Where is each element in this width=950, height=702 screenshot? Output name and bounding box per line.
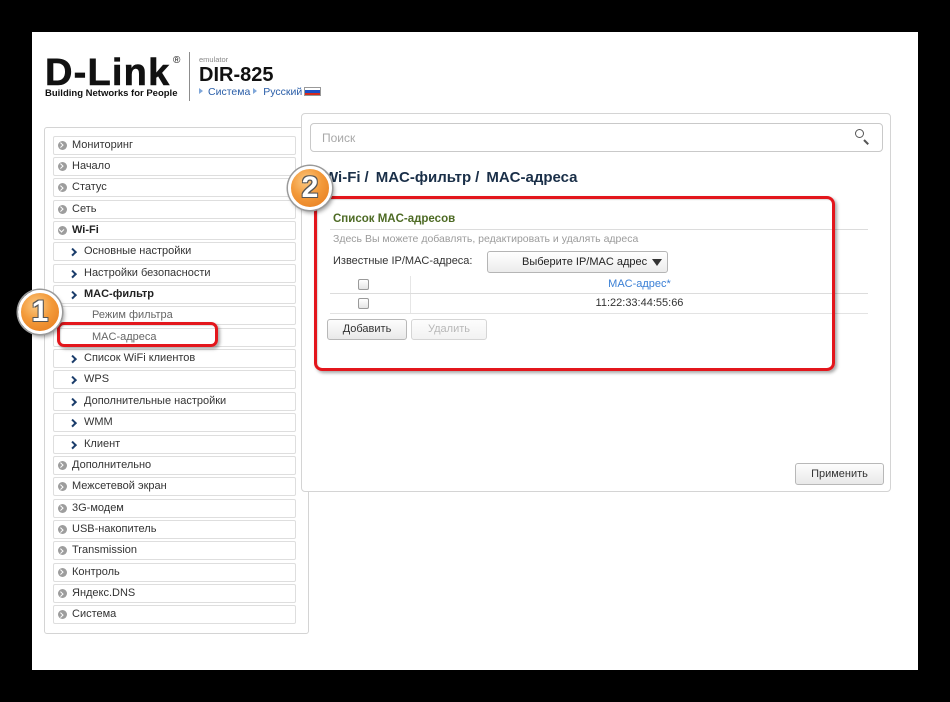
circle-chevron-right-icon	[57, 140, 67, 150]
header-divider	[189, 52, 190, 101]
sidebar-item-label: Дополнительные настройки	[84, 394, 227, 407]
circle-chevron-down-icon	[57, 225, 67, 235]
sidebar-item-yandex-dns[interactable]: Яндекс.DNS	[53, 584, 296, 604]
header-nav: Система Русский	[199, 86, 322, 98]
nav-language-link[interactable]: Русский	[263, 86, 302, 98]
search-icon[interactable]	[855, 129, 870, 144]
circle-chevron-right-icon	[57, 610, 67, 620]
sidebar-item-system[interactable]: Система	[53, 605, 296, 625]
sidebar-item-transmission[interactable]: Transmission	[53, 541, 296, 561]
sidebar-item-label: MAC-фильтр	[84, 288, 154, 301]
circle-chevron-right-icon	[57, 204, 67, 214]
sidebar-item-label: Яндекс.DNS	[72, 587, 136, 600]
apply-button[interactable]: Применить	[795, 463, 884, 485]
sidebar-item-monitoring[interactable]: Мониторинг	[53, 135, 296, 155]
circle-chevron-right-icon	[57, 503, 67, 513]
registered-mark: ®	[173, 55, 181, 66]
device-model: DIR-825	[199, 64, 274, 86]
sidebar-item-label: Контроль	[72, 565, 120, 578]
circle-chevron-right-icon	[57, 460, 67, 470]
chevron-right-icon	[68, 248, 77, 256]
sidebar-item-label: Сеть	[72, 202, 97, 215]
sidebar-item-label: Основные настройки	[84, 245, 192, 258]
sidebar-item-label: Настройки безопасности	[84, 266, 211, 279]
sidebar-item-label: USB-накопитель	[72, 522, 157, 535]
sidebar-item-wifi-client[interactable]: Клиент	[53, 434, 296, 454]
sidebar-item-label: Мониторинг	[72, 138, 134, 151]
sidebar-item-label: Transmission	[72, 544, 137, 557]
sidebar-item-label: Клиент	[84, 437, 121, 450]
circle-chevron-right-icon	[57, 161, 67, 171]
sidebar-item-label: Список WiFi клиентов	[84, 352, 196, 365]
circle-chevron-right-icon	[57, 524, 67, 534]
chevron-right-icon	[68, 269, 77, 278]
sidebar-item-wifi-wps[interactable]: WPS	[53, 370, 296, 390]
sidebar-item-label: 3G-модем	[72, 501, 124, 514]
highlight-mac-addresses-item	[57, 322, 218, 347]
breadcrumb-separator: /	[475, 169, 480, 186]
circle-chevron-right-icon	[57, 482, 67, 492]
breadcrumb-separator: /	[364, 169, 369, 186]
sidebar-item-firewall[interactable]: Межсетевой экран	[53, 477, 296, 497]
sidebar-item-label: Wi-Fi	[72, 223, 99, 236]
sidebar-item-control[interactable]: Контроль	[53, 562, 296, 582]
russian-flag-icon[interactable]	[304, 87, 322, 96]
sidebar-item-status[interactable]: Статус	[53, 178, 296, 198]
sidebar-item-start[interactable]: Начало	[53, 156, 296, 176]
chevron-right-icon	[68, 397, 77, 406]
sidebar-item-wifi-basic-settings[interactable]: Основные настройки	[53, 242, 296, 262]
search-input[interactable]	[311, 124, 841, 151]
step-badge-2: 2	[288, 166, 332, 210]
sidebar-item-wifi[interactable]: Wi-Fi	[53, 220, 296, 240]
emulator-label: emulator	[199, 55, 229, 64]
sidebar-item-wifi-security-settings[interactable]: Настройки безопасности	[53, 263, 296, 283]
chevron-right-icon	[68, 290, 77, 299]
circle-chevron-right-icon	[57, 567, 67, 577]
chevron-right-icon	[68, 440, 77, 449]
sidebar-item-usb-storage[interactable]: USB-накопитель	[53, 519, 296, 539]
chevron-right-icon	[68, 354, 77, 363]
circle-chevron-right-icon	[57, 546, 67, 556]
sidebar-item-3g-modem[interactable]: 3G-модем	[53, 498, 296, 518]
sidebar-menu: Мониторинг Начало Статус Сеть Wi-Fi Осно…	[53, 135, 296, 627]
sidebar-item-label: Межсетевой экран	[72, 480, 167, 493]
sidebar-item-label: Статус	[72, 181, 107, 194]
arrow-right-icon	[253, 88, 258, 94]
sidebar-item-label: Дополнительно	[72, 458, 152, 471]
dlink-logo[interactable]: D-Link	[45, 54, 170, 93]
chevron-right-icon	[68, 419, 77, 427]
sidebar-item-wifi-client-list[interactable]: Список WiFi клиентов	[53, 349, 296, 369]
search-box	[310, 123, 883, 152]
breadcrumb-item-mac-addresses: MAC-адреса	[486, 169, 578, 186]
arrow-right-icon	[199, 88, 203, 94]
sidebar-item-label: Начало	[72, 159, 111, 172]
sidebar-item-label: WPS	[84, 373, 110, 386]
step-badge-1: 1	[18, 290, 62, 334]
highlight-mac-list-section	[314, 196, 835, 371]
chevron-right-icon	[68, 376, 77, 385]
logo-tagline: Building Networks for People	[45, 88, 178, 99]
circle-chevron-right-icon	[57, 589, 67, 599]
sidebar-item-wifi-wmm[interactable]: WMM	[53, 413, 296, 433]
sidebar-item-wifi-advanced-settings[interactable]: Дополнительные настройки	[53, 391, 296, 411]
sidebar: Мониторинг Начало Статус Сеть Wi-Fi Осно…	[44, 127, 309, 634]
sidebar-item-advanced[interactable]: Дополнительно	[53, 455, 296, 475]
sidebar-item-wifi-mac-filter[interactable]: MAC-фильтр	[53, 285, 296, 305]
nav-system-link[interactable]: Система	[208, 86, 250, 98]
sidebar-item-network[interactable]: Сеть	[53, 199, 296, 219]
breadcrumb-item-mac-filter[interactable]: MAC-фильтр	[376, 169, 471, 186]
screenshot: D-Link ® Building Networks for People em…	[0, 0, 950, 702]
sidebar-item-label: Система	[72, 608, 117, 621]
circle-chevron-right-icon	[57, 183, 67, 193]
sidebar-item-label: WMM	[84, 416, 113, 429]
breadcrumb: Wi-Fi / MAC-фильтр / MAC-адреса	[324, 169, 578, 187]
